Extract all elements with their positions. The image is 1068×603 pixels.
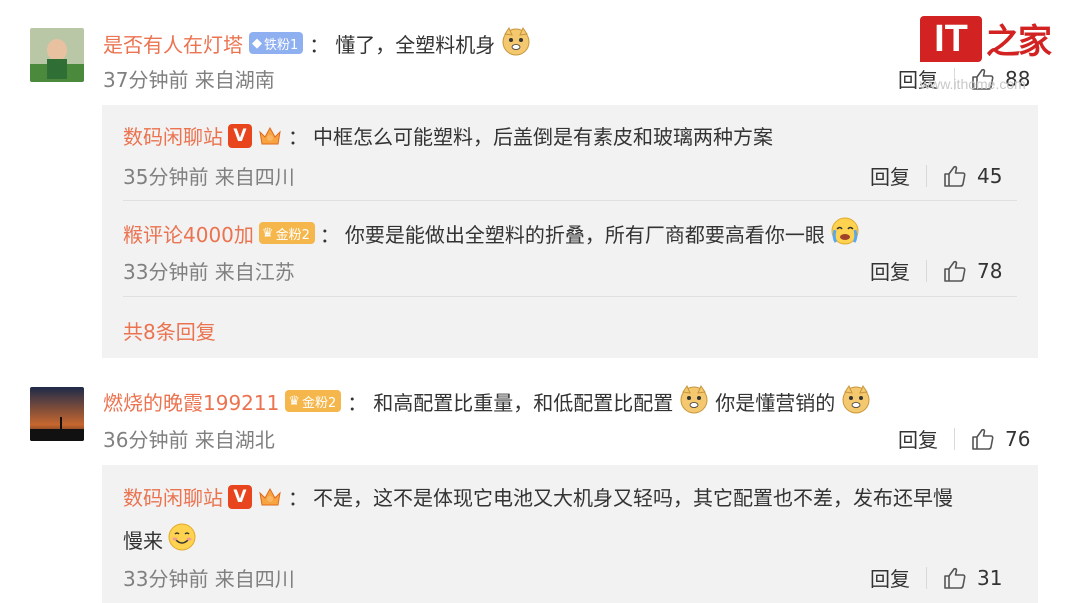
fan-badge-label: 金粉2 [275,227,310,243]
diamond-icon: ◆ [252,35,262,51]
fan-badge: ♛ 金粉2 [258,222,315,244]
like-count: 78 [977,258,1003,283]
doge-emoji-icon [841,384,871,418]
like-count: 45 [977,163,1003,188]
colon: ： [309,32,330,57]
verified-v-icon: V [228,484,252,509]
reply-text-continued: 慢来 [123,528,163,553]
crown-icon: ♛ [288,393,301,409]
ithome-logo: IT 之家 [920,14,1052,63]
divider-line [123,200,1017,201]
smile-emoji-icon [167,522,197,556]
reply-button[interactable]: 回复 [870,161,910,190]
verified-v-icon: V [228,123,252,148]
more-replies-link[interactable]: 共8条回复 [123,316,216,345]
divider-line [123,296,1017,297]
like-count: 31 [977,565,1003,590]
username[interactable]: 数码闲聊站 [123,482,223,511]
avatar[interactable] [30,28,84,82]
thumbs-up-icon [944,567,966,589]
username[interactable]: 糇评论4000加 [123,219,254,248]
divider [926,259,927,282]
reply-text: 中框怎么可能塑料，后盖倒是有素皮和玻璃两种方案 [313,125,773,149]
comment-text: 懂了，全塑料机身 [335,32,496,57]
reply-meta: 35分钟前 来自四川 [123,165,295,189]
thumbs-up-icon [944,260,966,282]
reply-button[interactable]: 回复 [870,256,910,285]
comment-meta: 37分钟前 来自湖南 [103,68,275,92]
reply-meta: 33分钟前 来自江苏 [123,260,295,284]
divider [926,566,927,589]
username[interactable]: 数码闲聊站 [123,121,223,150]
doge-emoji-icon [501,26,531,60]
fan-badge: ♛ 金粉2 [285,390,342,412]
crown-badge-icon [259,126,281,144]
like-button[interactable]: 78 [943,259,1002,283]
crown-icon: ♛ [261,225,274,241]
reply-button[interactable]: 回复 [898,424,938,453]
logo-it: IT [920,15,982,62]
thumbs-up-icon [944,165,966,187]
crying-emoji-icon [830,216,860,250]
reply-text: 你要是能做出全塑料的折叠，所有厂商都要高看你一眼 [344,222,825,247]
colon: ： [347,390,368,415]
like-button[interactable]: 76 [971,427,1030,451]
divider [954,427,955,450]
like-button[interactable]: 45 [943,164,1002,188]
colon: ： [288,125,308,149]
logo-home: 之家 [986,22,1052,62]
colon: ： [319,222,340,247]
like-count: 76 [1005,426,1031,451]
doge-emoji-icon [679,384,709,418]
fan-badge: ◆ 铁粉1 [249,32,304,54]
like-button[interactable]: 31 [943,566,1002,590]
crown-badge-icon [259,487,281,505]
username[interactable]: 是否有人在灯塔 [103,29,243,58]
comment-text: 和高配置比重量，和低配置比配置 [373,390,674,415]
comment-text: 你是懂营销的 [715,390,836,415]
comment-meta: 36分钟前 来自湖北 [103,428,275,452]
reply-text: 不是，这不是体现它电池又大机身又轻吗，其它配置也不差，发布还早慢 [313,486,953,510]
avatar[interactable] [30,387,84,441]
colon: ： [288,486,308,510]
reply-meta: 33分钟前 来自四川 [123,567,295,591]
divider [926,164,927,187]
reply-button[interactable]: 回复 [870,563,910,592]
watermark-url: www.ithome.com [920,76,1026,92]
thumbs-up-icon [972,428,994,450]
fan-badge-label: 铁粉1 [264,37,299,53]
username[interactable]: 燃烧的晚霞199211 [103,387,279,416]
fan-badge-label: 金粉2 [302,395,337,411]
